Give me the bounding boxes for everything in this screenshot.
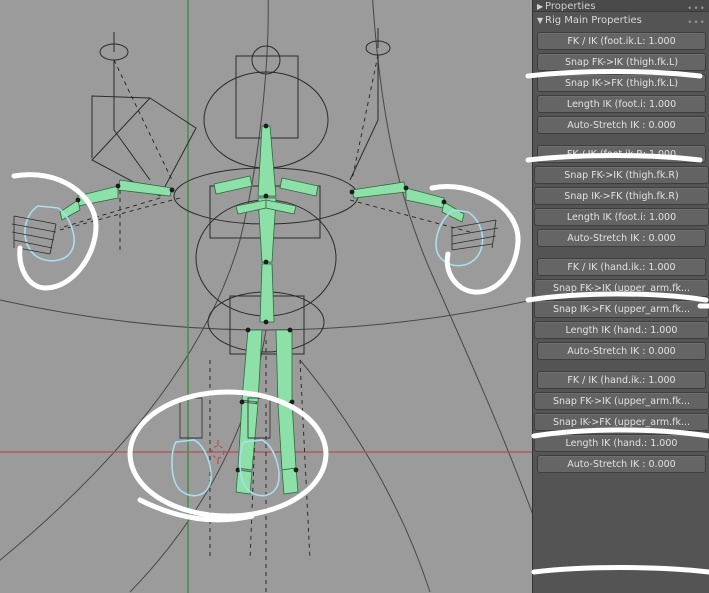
rig-properties-button-list: FK / IK (foot.ik.L: 1.000 Snap FK->IK (t… [533, 32, 709, 476]
group-separator [533, 363, 709, 371]
fk-ik-hand-ik-r-button[interactable]: FK / IK (hand.ik.: 1.000 [537, 371, 706, 389]
length-ik-hand-l-button[interactable]: Length IK (hand.: 1.000 [534, 321, 709, 339]
rig-main-properties-header[interactable]: ▼ Rig Main Properties ••• [533, 14, 709, 28]
snap-ik-to-fk-thigh-fk-l-button[interactable]: Snap IK->FK (thigh.fk.L) [537, 74, 706, 92]
group-separator [533, 137, 709, 145]
fk-ik-hand-ik-l-button[interactable]: FK / IK (hand.ik.: 1.000 [537, 258, 706, 276]
blender-window: ▶ Properties ••• ▼ Rig Main Properties •••… [0, 0, 709, 593]
properties-panel[interactable]: ▶ Properties ••• ▼ Rig Main Properties •••… [532, 0, 709, 593]
rig-panel-menu-dots-icon[interactable]: ••• [687, 16, 706, 28]
chevron-down-icon: ▼ [537, 16, 544, 25]
length-ik-foot-i-r-button[interactable]: Length IK (foot.i: 1.000 [534, 208, 709, 226]
length-ik-foot-i-l-button[interactable]: Length IK (foot.i: 1.000 [537, 95, 706, 113]
fk-ik-foot-ik-r-button[interactable]: FK / IK (foot.ik.R: 1.000 [537, 145, 706, 163]
snap-ik-to-fk-upper-arm-fk-r-button[interactable]: Snap IK->FK (upper_arm.fk... [534, 413, 709, 431]
chevron-right-icon: ▶ [537, 2, 544, 11]
panel-menu-dots-icon[interactable]: ••• [687, 2, 706, 14]
properties-header-label: Properties [545, 1, 596, 12]
length-ik-hand-r-button[interactable]: Length IK (hand.: 1.000 [534, 434, 709, 452]
snap-fk-to-ik-thigh-fk-r-button[interactable]: Snap FK->IK (thigh.fk.R) [534, 166, 709, 184]
properties-collapsed-header[interactable]: ▶ Properties ••• [533, 0, 709, 14]
3d-viewport[interactable] [0, 0, 532, 593]
auto-stretch-ik-hand-r-button[interactable]: Auto-Stretch IK : 0.000 [537, 455, 706, 473]
fk-ik-foot-ik-l-button[interactable]: FK / IK (foot.ik.L: 1.000 [537, 32, 706, 50]
snap-fk-to-ik-upper-arm-fk-r-button[interactable]: Snap FK->IK (upper_arm.fk... [534, 392, 709, 410]
snap-ik-to-fk-upper-arm-fk-l-button[interactable]: Snap IK->FK (upper_arm.fk... [534, 300, 709, 318]
auto-stretch-ik-l-button[interactable]: Auto-Stretch IK : 0.000 [537, 116, 706, 134]
auto-stretch-ik-r-button[interactable]: Auto-Stretch IK : 0.000 [537, 229, 706, 247]
auto-stretch-ik-hand-l-button[interactable]: Auto-Stretch IK : 0.000 [537, 342, 706, 360]
rig-main-properties-label: Rig Main Properties [545, 15, 642, 26]
snap-fk-to-ik-upper-arm-fk-l-button[interactable]: Snap FK->IK (upper_arm.fk... [534, 279, 709, 297]
snap-fk-to-ik-thigh-fk-l-button[interactable]: Snap FK->IK (thigh.fk.L) [537, 53, 706, 71]
snap-ik-to-fk-thigh-fk-r-button[interactable]: Snap IK->FK (thigh.fk.R) [534, 187, 709, 205]
group-separator [533, 250, 709, 258]
